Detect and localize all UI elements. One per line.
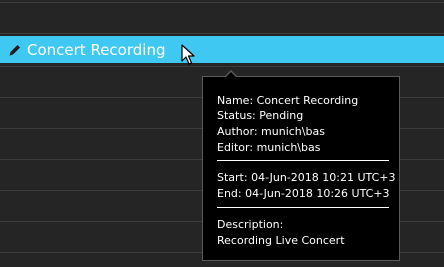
- recording-row-selected[interactable]: Concert Recording: [0, 36, 444, 63]
- tooltip-description-label: Description:: [217, 218, 284, 231]
- tooltip-divider: [217, 207, 389, 208]
- list-row-divider: [0, 66, 444, 67]
- recording-details-tooltip: Name: Concert Recording Status: Pending …: [202, 76, 400, 261]
- tooltip-name: Name: Concert Recording: [217, 94, 359, 107]
- mouse-cursor-icon: [181, 44, 195, 65]
- list-row-divider: [0, 33, 444, 34]
- list-row-divider: [0, 2, 444, 3]
- tooltip-editor: Editor: munich\bas: [217, 141, 321, 154]
- tooltip-start: Start: 04-Jun-2018 10:21 UTC+3: [217, 171, 396, 184]
- pencil-icon[interactable]: [9, 43, 21, 57]
- tooltip-author: Author: munich\bas: [217, 125, 325, 138]
- tooltip-divider: [217, 160, 389, 161]
- tooltip-description-value: Recording Live Concert: [217, 234, 345, 247]
- recording-title: Concert Recording: [27, 40, 166, 59]
- tooltip-pointer-fill: [225, 72, 237, 78]
- tooltip-status: Status: Pending: [217, 109, 304, 122]
- tooltip-end: End: 04-Jun-2018 10:26 UTC+3: [217, 187, 390, 200]
